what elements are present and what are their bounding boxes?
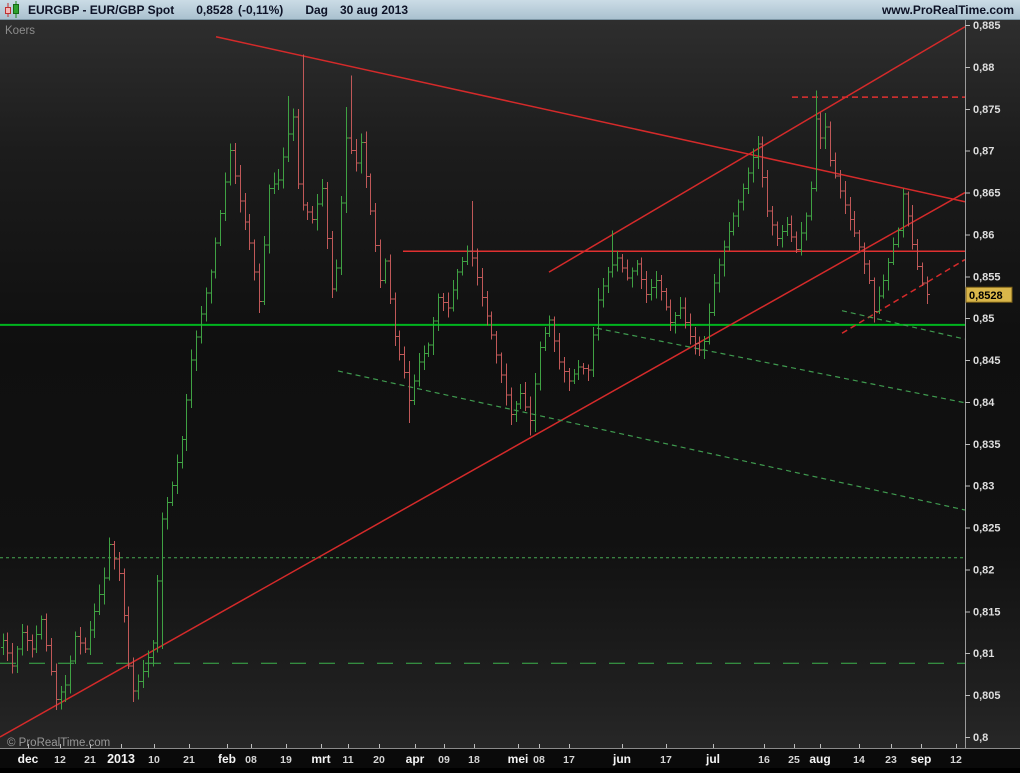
svg-text:25: 25 <box>788 754 800 766</box>
chart-canvas[interactable]: Koers © ProRealTime.com 0,8 0,805 0,81 0,81… <box>0 20 1020 768</box>
session-date: 30 aug 2013 <box>340 3 408 17</box>
svg-text:0,88: 0,88 <box>973 62 994 74</box>
svg-text:18: 18 <box>468 754 480 766</box>
svg-text:21: 21 <box>183 754 195 766</box>
svg-text:10: 10 <box>148 754 160 766</box>
svg-text:0,855: 0,855 <box>973 271 1001 283</box>
svg-text:mei: mei <box>508 752 529 766</box>
svg-text:14: 14 <box>853 754 865 766</box>
last-price-tag: 0,8528 <box>966 287 1012 302</box>
svg-text:0,87: 0,87 <box>973 146 994 158</box>
svg-text:0,865: 0,865 <box>973 188 1001 200</box>
svg-text:23: 23 <box>885 754 897 766</box>
svg-text:19: 19 <box>280 754 292 766</box>
watermark: © ProRealTime.com <box>7 737 110 749</box>
svg-text:aug: aug <box>809 752 830 766</box>
svg-text:0,815: 0,815 <box>973 606 1001 618</box>
svg-text:17: 17 <box>563 754 575 766</box>
svg-text:0,875: 0,875 <box>973 104 1001 116</box>
svg-text:09: 09 <box>438 754 450 766</box>
svg-text:2013: 2013 <box>107 752 135 766</box>
svg-text:21: 21 <box>84 754 96 766</box>
svg-text:dec: dec <box>18 752 39 766</box>
svg-text:16: 16 <box>758 754 770 766</box>
svg-text:0,83: 0,83 <box>973 481 994 493</box>
svg-text:0,835: 0,835 <box>973 439 1001 451</box>
svg-text:0,825: 0,825 <box>973 523 1001 535</box>
svg-text:0,86: 0,86 <box>973 229 994 241</box>
svg-text:mrt: mrt <box>311 752 330 766</box>
svg-text:0,845: 0,845 <box>973 355 1001 367</box>
svg-text:jul: jul <box>705 752 720 766</box>
svg-text:11: 11 <box>342 754 353 766</box>
timeframe-label: Dag <box>305 3 328 17</box>
svg-text:0,82: 0,82 <box>973 564 994 576</box>
last-price: 0,8528 <box>196 3 233 17</box>
svg-text:12: 12 <box>54 754 66 766</box>
instrument-title: EURGBP - EUR/GBP Spot <box>28 3 174 17</box>
svg-text:20: 20 <box>373 754 385 766</box>
svg-text:12: 12 <box>950 754 962 766</box>
svg-text:0,8528: 0,8528 <box>969 290 1003 302</box>
price-change: (-0,11%) <box>238 3 283 17</box>
svg-text:0,885: 0,885 <box>973 20 1001 32</box>
candlestick-icon <box>5 1 20 18</box>
title-bar: EURGBP - EUR/GBP Spot 0,8528 (-0,11%) Da… <box>0 0 1020 20</box>
svg-text:sep: sep <box>911 752 932 766</box>
svg-text:apr: apr <box>406 752 425 766</box>
svg-text:feb: feb <box>218 752 236 766</box>
svg-text:0,85: 0,85 <box>973 313 994 325</box>
plot-background <box>0 20 1020 748</box>
svg-text:0,84: 0,84 <box>973 397 995 409</box>
svg-text:17: 17 <box>660 754 672 766</box>
svg-text:0,8: 0,8 <box>973 732 988 744</box>
svg-text:0,805: 0,805 <box>973 690 1001 702</box>
svg-text:0,81: 0,81 <box>973 648 994 660</box>
panel-label: Koers <box>5 25 35 37</box>
svg-text:jun: jun <box>612 752 631 766</box>
chart-panel: Koers © ProRealTime.com 0,8 0,805 0,81 0,81… <box>0 20 1020 768</box>
svg-text:08: 08 <box>533 754 545 766</box>
svg-text:08: 08 <box>245 754 257 766</box>
website-link[interactable]: www.ProRealTime.com <box>882 3 1014 17</box>
